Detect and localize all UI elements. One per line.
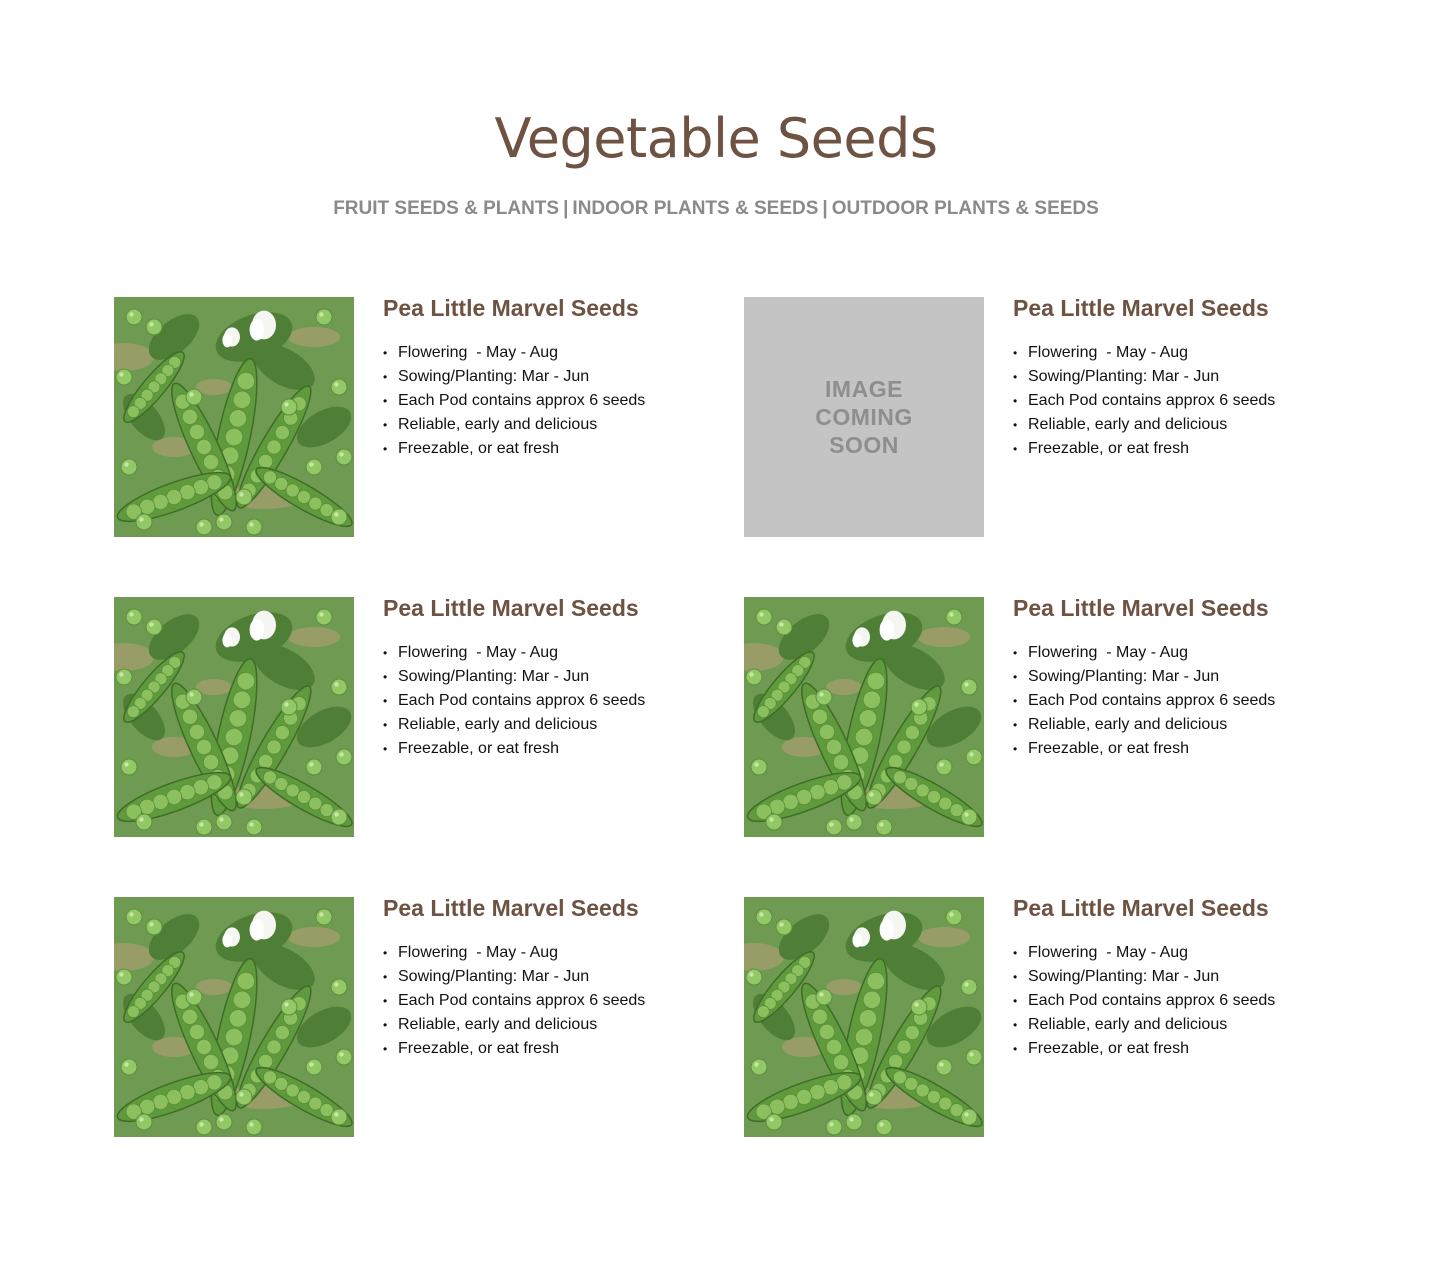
product-grid: Pea Little Marvel Seeds Flowering - May … — [114, 297, 1334, 1197]
product-title[interactable]: Pea Little Marvel Seeds — [1013, 297, 1275, 320]
pea-pods-photo — [114, 597, 354, 837]
product-image[interactable] — [744, 597, 984, 837]
pea-pods-photo — [744, 597, 984, 837]
product-card[interactable]: Pea Little Marvel Seeds Flowering - May … — [744, 897, 1334, 1197]
feature-list: Flowering - May - Aug Sowing/Planting: M… — [383, 641, 645, 761]
product-card[interactable]: Pea Little Marvel Seeds Flowering - May … — [114, 597, 744, 897]
feature-item: Sowing/Planting: Mar - Jun — [383, 965, 645, 989]
product-info: Pea Little Marvel Seeds Flowering - May … — [1013, 597, 1275, 762]
feature-item: Freezable, or eat fresh — [383, 737, 645, 761]
product-title[interactable]: Pea Little Marvel Seeds — [383, 597, 645, 620]
image-coming-soon-placeholder: IMAGE COMING SOON — [744, 297, 984, 537]
nav-link-fruit-seeds[interactable]: FRUIT SEEDS & PLANTS — [333, 198, 559, 219]
feature-item: Sowing/Planting: Mar - Jun — [383, 665, 645, 689]
product-card[interactable]: Pea Little Marvel Seeds Flowering - May … — [744, 597, 1334, 897]
product-card[interactable]: Pea Little Marvel Seeds Flowering - May … — [114, 897, 744, 1197]
feature-list: Flowering - May - Aug Sowing/Planting: M… — [1013, 641, 1275, 761]
product-title[interactable]: Pea Little Marvel Seeds — [1013, 597, 1275, 620]
feature-item: Each Pod contains approx 6 seeds — [1013, 689, 1275, 713]
feature-item: Freezable, or eat fresh — [383, 1037, 645, 1061]
feature-item: Flowering - May - Aug — [1013, 641, 1275, 665]
category-nav: FRUIT SEEDS & PLANTS | INDOOR PLANTS & SEE… — [0, 196, 1432, 222]
feature-item: Freezable, or eat fresh — [1013, 737, 1275, 761]
feature-item: Reliable, early and delicious — [383, 413, 645, 437]
product-title[interactable]: Pea Little Marvel Seeds — [383, 297, 645, 320]
product-image[interactable] — [114, 297, 354, 537]
feature-item: Each Pod contains approx 6 seeds — [383, 389, 645, 413]
pea-pods-photo — [114, 897, 354, 1137]
product-info: Pea Little Marvel Seeds Flowering - May … — [1013, 897, 1275, 1062]
placeholder-text: IMAGE COMING SOON — [815, 376, 913, 458]
product-image[interactable]: IMAGE COMING SOON — [744, 297, 984, 537]
page-title: Vegetable Seeds — [494, 107, 938, 170]
feature-list: Flowering - May - Aug Sowing/Planting: M… — [383, 341, 645, 461]
feature-item: Reliable, early and delicious — [1013, 413, 1275, 437]
feature-item: Flowering - May - Aug — [1013, 941, 1275, 965]
product-image[interactable] — [744, 897, 984, 1137]
feature-item: Flowering - May - Aug — [383, 941, 645, 965]
feature-item: Reliable, early and delicious — [1013, 1013, 1275, 1037]
feature-item: Flowering - May - Aug — [383, 641, 645, 665]
feature-item: Sowing/Planting: Mar - Jun — [383, 365, 645, 389]
product-title[interactable]: Pea Little Marvel Seeds — [1013, 897, 1275, 920]
product-info: Pea Little Marvel Seeds Flowering - May … — [383, 897, 645, 1062]
feature-item: Sowing/Planting: Mar - Jun — [1013, 965, 1275, 989]
feature-item: Freezable, or eat fresh — [383, 437, 645, 461]
feature-item: Freezable, or eat fresh — [1013, 437, 1275, 461]
feature-item: Freezable, or eat fresh — [1013, 1037, 1275, 1061]
product-info: Pea Little Marvel Seeds Flowering - May … — [383, 297, 645, 462]
feature-item: Each Pod contains approx 6 seeds — [1013, 989, 1275, 1013]
nav-separator: | — [822, 198, 828, 219]
nav-separator: | — [563, 198, 569, 219]
feature-item: Each Pod contains approx 6 seeds — [1013, 389, 1275, 413]
feature-item: Reliable, early and delicious — [383, 1013, 645, 1037]
product-image[interactable] — [114, 897, 354, 1137]
product-card[interactable]: Pea Little Marvel Seeds Flowering - May … — [114, 297, 744, 597]
feature-item: Flowering - May - Aug — [383, 341, 645, 365]
product-image[interactable] — [114, 597, 354, 837]
feature-item: Sowing/Planting: Mar - Jun — [1013, 365, 1275, 389]
product-card[interactable]: IMAGE COMING SOON Pea Little Marvel Seed… — [744, 297, 1334, 597]
nav-link-indoor-plants[interactable]: INDOOR PLANTS & SEEDS — [572, 198, 818, 219]
feature-item: Flowering - May - Aug — [1013, 341, 1275, 365]
product-title[interactable]: Pea Little Marvel Seeds — [383, 897, 645, 920]
feature-list: Flowering - May - Aug Sowing/Planting: M… — [1013, 941, 1275, 1061]
product-info: Pea Little Marvel Seeds Flowering - May … — [1013, 297, 1275, 462]
feature-list: Flowering - May - Aug Sowing/Planting: M… — [1013, 341, 1275, 461]
feature-item: Each Pod contains approx 6 seeds — [383, 989, 645, 1013]
feature-item: Reliable, early and delicious — [1013, 713, 1275, 737]
pea-pods-photo — [744, 897, 984, 1137]
feature-list: Flowering - May - Aug Sowing/Planting: M… — [383, 941, 645, 1061]
product-info: Pea Little Marvel Seeds Flowering - May … — [383, 597, 645, 762]
pea-pods-photo — [114, 297, 354, 537]
feature-item: Reliable, early and delicious — [383, 713, 645, 737]
nav-link-outdoor-plants[interactable]: OUTDOOR PLANTS & SEEDS — [832, 198, 1099, 219]
feature-item: Sowing/Planting: Mar - Jun — [1013, 665, 1275, 689]
feature-item: Each Pod contains approx 6 seeds — [383, 689, 645, 713]
